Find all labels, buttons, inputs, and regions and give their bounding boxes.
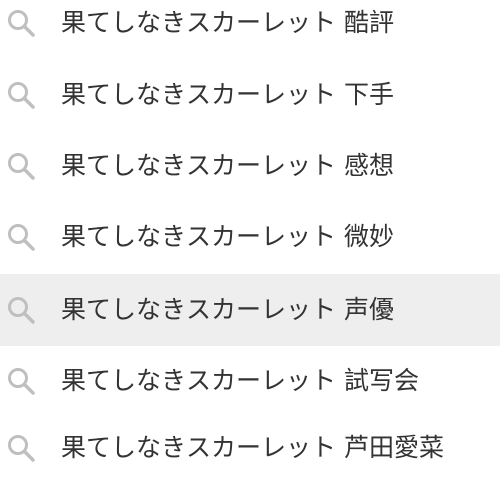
suggestion-label: 果てしなきスカーレット 微妙 [61,222,394,251]
search-icon [8,297,35,324]
suggestion-label: 果てしなきスカーレット 声優 [61,295,394,324]
suggestion-item[interactable]: 果てしなきスカーレット 下手 [0,60,500,130]
search-icon [8,224,35,251]
suggestion-label: 果てしなきスカーレット 芦田愛菜 [61,433,444,462]
suggestion-label: 果てしなきスカーレット 感想 [61,151,394,180]
search-icon [8,435,35,462]
search-icon [8,10,35,37]
suggestion-item-highlighted[interactable]: 果てしなきスカーレット 声優 [0,274,500,346]
search-icon [8,153,35,180]
suggestion-item[interactable]: 果てしなきスカーレット 試写会 [0,346,500,416]
search-suggestion-list: 果てしなきスカーレット 酷評 果てしなきスカーレット 下手 果てしなきスカーレッ… [0,0,500,478]
suggestion-item[interactable]: 果てしなきスカーレット 酷評 [0,0,500,58]
suggestion-item[interactable]: 果てしなきスカーレット 微妙 [0,202,500,272]
suggestion-item[interactable]: 果てしなきスカーレット 感想 [0,131,500,201]
suggestion-label: 果てしなきスカーレット 下手 [61,80,394,109]
suggestion-label: 果てしなきスカーレット 試写会 [61,366,419,395]
search-icon [8,368,35,395]
suggestion-label: 果てしなきスカーレット 酷評 [61,8,394,37]
search-icon [8,82,35,109]
suggestion-item[interactable]: 果てしなきスカーレット 芦田愛菜 [0,418,500,478]
